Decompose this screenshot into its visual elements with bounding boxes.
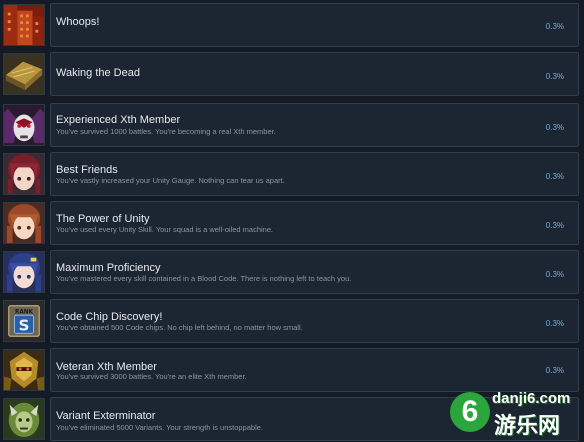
achievement-percent: 0.3% xyxy=(545,22,564,31)
achievement-panel[interactable]: Experienced Xth Member You've survived 1… xyxy=(50,103,579,147)
achievement-row[interactable]: RANK S Code Chip Discovery! You've obtai… xyxy=(0,299,584,343)
achievement-description: You've obtained 500 Code chips. No chip … xyxy=(56,323,303,332)
achievement-row[interactable]: The Power of Unity You've used every Uni… xyxy=(0,201,584,245)
red-building-icon xyxy=(3,4,45,46)
brown-haired-girl-portrait-icon xyxy=(3,202,45,244)
achievement-percent: 0.3% xyxy=(545,270,564,279)
achievement-row[interactable]: Best Friends You've vastly increased you… xyxy=(0,152,584,196)
achievement-percent: 0.3% xyxy=(545,172,564,181)
masked-warrior-portrait-icon xyxy=(3,104,45,146)
achievement-title: Maximum Proficiency xyxy=(56,262,161,274)
achievement-description: You've vastly increased your Unity Gauge… xyxy=(56,176,285,185)
blue-haired-girl-portrait-icon xyxy=(3,251,45,293)
rank-s-badge-icon: RANK S xyxy=(3,300,45,342)
rank-letter: S xyxy=(19,317,30,335)
achievement-panel[interactable]: Code Chip Discovery! You've obtained 500… xyxy=(50,299,579,343)
achievement-panel[interactable]: Maximum Proficiency You've mastered ever… xyxy=(50,250,579,294)
achievement-percent: 0.3% xyxy=(545,221,564,230)
achievement-percent: 0.3% xyxy=(545,72,564,81)
achievement-title: The Power of Unity xyxy=(56,213,150,225)
achievement-panel[interactable]: Best Friends You've vastly increased you… xyxy=(50,152,579,196)
watermark-six-logo: 6 xyxy=(450,392,490,432)
achievement-title: Whoops! xyxy=(56,16,100,28)
achievement-row[interactable]: Maximum Proficiency You've mastered ever… xyxy=(0,250,584,294)
achievement-row[interactable]: Experienced Xth Member You've survived 1… xyxy=(0,103,584,147)
watermark-chinese: 游乐网 xyxy=(494,413,561,438)
achievement-percent: 0.3% xyxy=(545,319,564,328)
achievement-panel[interactable]: The Power of Unity You've used every Uni… xyxy=(50,201,579,245)
achievement-title: Best Friends xyxy=(56,164,118,176)
achievement-description: You've mastered every skill contained in… xyxy=(56,274,352,283)
red-haired-girl-portrait-icon xyxy=(3,153,45,195)
green-monster-icon xyxy=(3,398,45,440)
achievement-percent: 0.3% xyxy=(545,123,564,132)
achievement-title: Waking the Dead xyxy=(56,67,140,79)
achievement-panel[interactable]: Waking the Dead 0.3% xyxy=(50,52,579,96)
gold-coffin-icon xyxy=(3,53,45,95)
rank-label: RANK xyxy=(15,309,34,315)
watermark-domain: danji6.com xyxy=(492,390,571,407)
gold-armored-warrior-icon xyxy=(3,349,45,391)
achievement-title: Variant Exterminator xyxy=(56,410,156,422)
achievement-row[interactable]: Waking the Dead 0.3% xyxy=(0,52,584,96)
achievement-row[interactable]: Whoops! 0.3% xyxy=(0,3,584,47)
achievement-description: You've survived 1000 battles. You're bec… xyxy=(56,127,276,136)
achievement-description: You've used every Unity Skill. Your squa… xyxy=(56,225,274,234)
achievement-panel[interactable]: Whoops! 0.3% xyxy=(50,3,579,47)
achievement-description: You've eliminated 5000 Variants. Your st… xyxy=(56,423,263,432)
achievement-description: You've survived 3000 battles. You're an … xyxy=(56,372,247,381)
achievement-title: Experienced Xth Member xyxy=(56,114,181,126)
achievement-title: Code Chip Discovery! xyxy=(56,311,163,323)
site-watermark: 6 danji6.com 游乐网 xyxy=(448,376,584,442)
achievement-percent: 0.3% xyxy=(545,366,564,375)
